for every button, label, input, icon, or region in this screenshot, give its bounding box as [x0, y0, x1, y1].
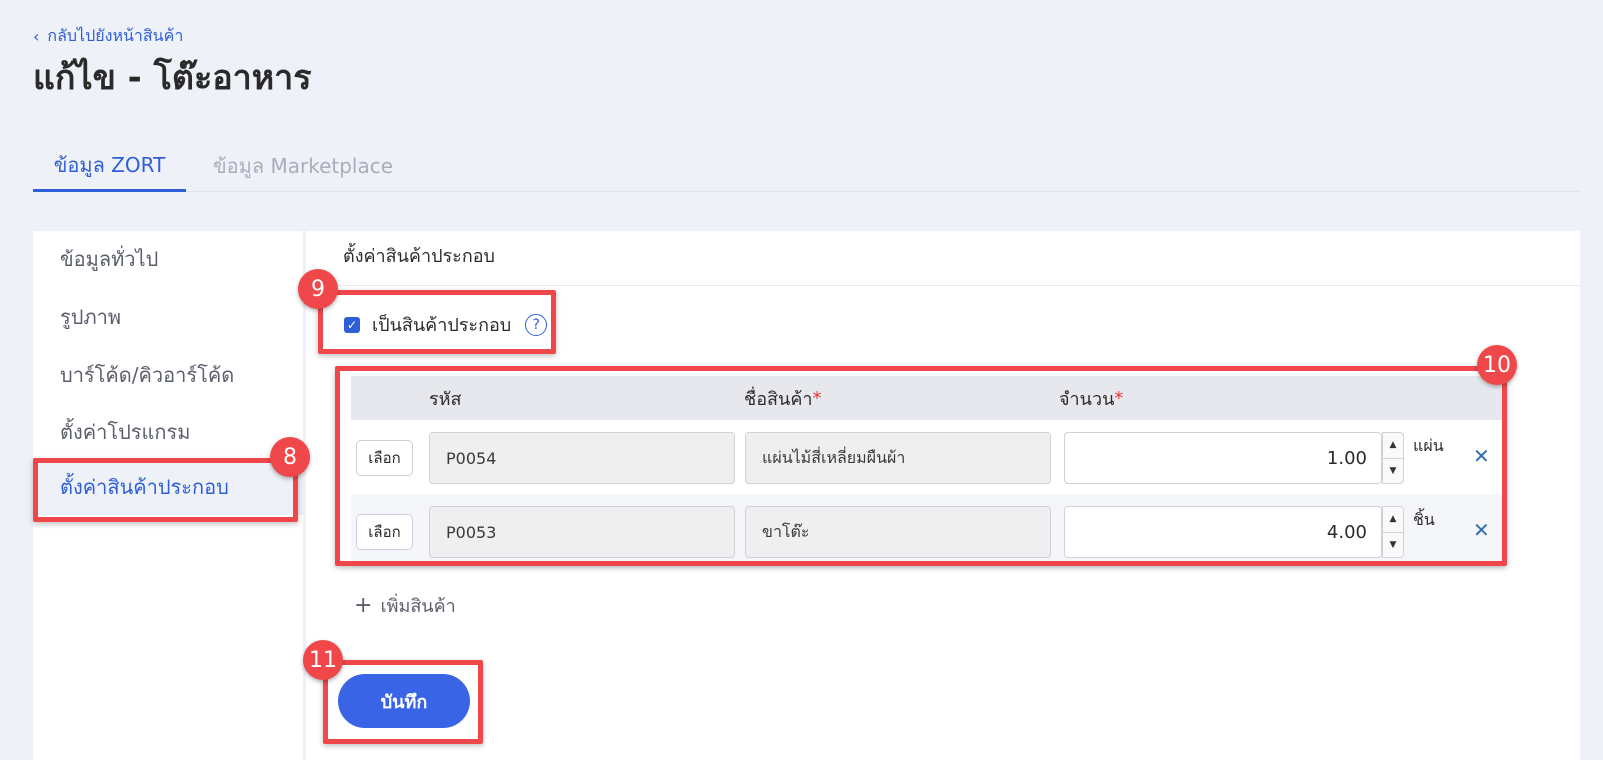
tab-bar: ข้อมูล ZORT ข้อมูล Marketplace: [33, 140, 1580, 192]
add-product-label: เพิ่มสินค้า: [380, 596, 456, 617]
annotation-badge-10: 10: [1477, 345, 1517, 385]
annotation-highlight-9: [318, 290, 556, 354]
page-title: แก้ไข - โต๊ะอาหาร: [33, 58, 312, 98]
tab-zort-info[interactable]: ข้อมูล ZORT: [33, 140, 186, 192]
annotation-highlight-8: [33, 458, 298, 522]
annotation-highlight-11: [323, 660, 483, 744]
back-to-products-link[interactable]: ‹ กลับไปยังหน้าสินค้า: [33, 24, 183, 49]
add-product-button[interactable]: + เพิ่มสินค้า: [354, 591, 456, 620]
annotation-badge-9: 9: [298, 269, 338, 309]
sidebar-item-barcode[interactable]: บาร์โค้ด/คิวอาร์โค้ด: [33, 347, 303, 403]
sidebar-item-general[interactable]: ข้อมูลทั่วไป: [33, 231, 303, 287]
annotation-badge-11: 11: [303, 640, 343, 680]
chevron-left-icon: ‹: [33, 26, 40, 46]
annotation-highlight-10: [335, 366, 1507, 566]
section-title: ตั้งค่าสินค้าประกอบ: [343, 246, 495, 267]
sidebar-item-program-settings[interactable]: ตั้งค่าโปรแกรม: [33, 404, 303, 460]
sidebar-item-images[interactable]: รูปภาพ: [33, 289, 303, 345]
plus-icon: +: [354, 592, 373, 618]
back-link-label: กลับไปยังหน้าสินค้า: [47, 26, 184, 45]
tab-marketplace-info[interactable]: ข้อมูล Marketplace: [213, 140, 393, 192]
divider: [306, 285, 1580, 286]
annotation-badge-8: 8: [270, 437, 310, 477]
